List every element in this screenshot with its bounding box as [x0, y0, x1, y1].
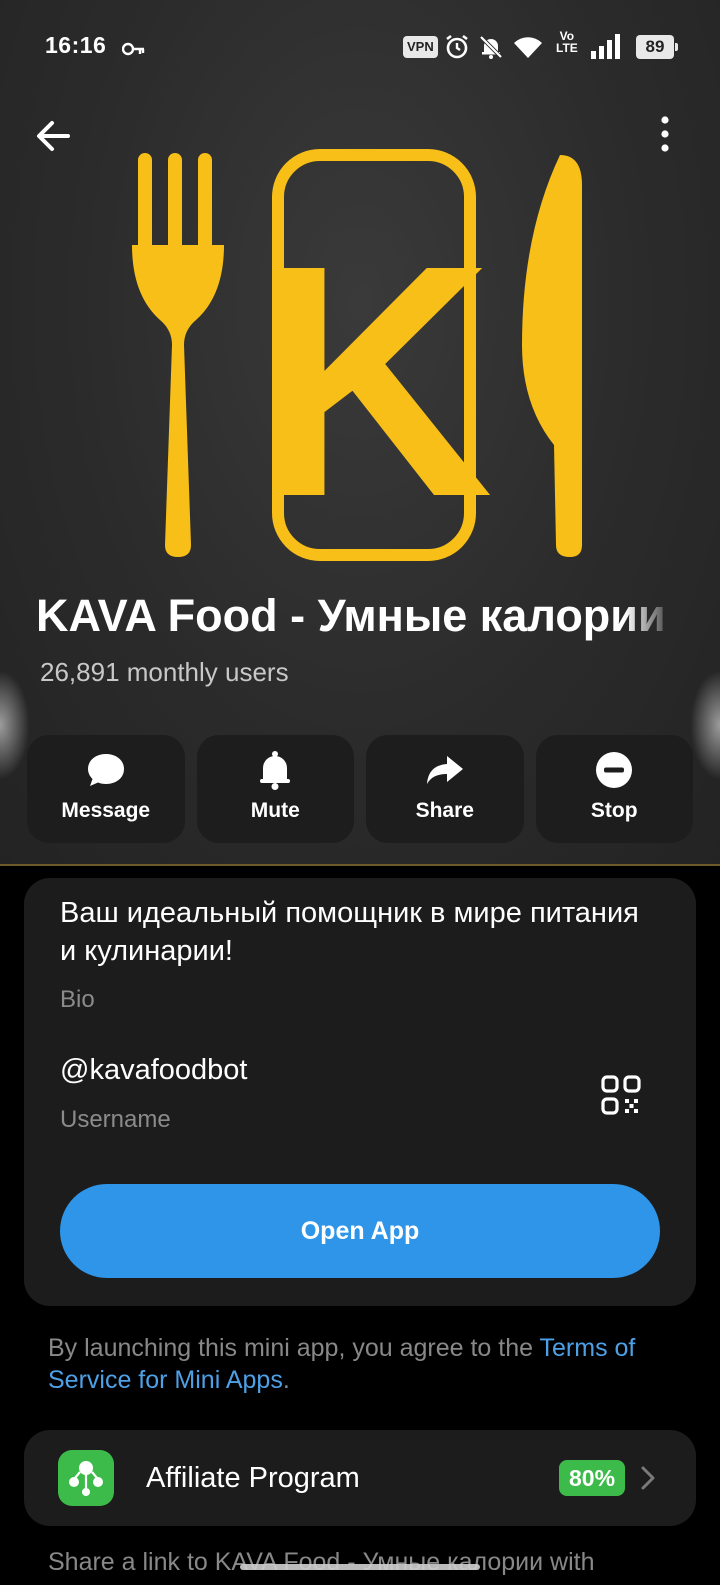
username-value[interactable]: @kavafoodbot [60, 1054, 247, 1087]
stop-icon [593, 749, 635, 791]
volte-indicator: Vo LTE [556, 30, 578, 54]
affiliate-icon [58, 1450, 114, 1506]
stop-button[interactable]: Stop [535, 735, 693, 843]
message-label: Message [61, 799, 151, 822]
commission-badge: 80% [559, 1460, 626, 1496]
wifi-icon [512, 34, 544, 66]
bio-label: Bio [60, 986, 95, 1013]
more-vertical-icon [661, 116, 669, 152]
message-icon [85, 749, 127, 791]
affiliate-program-row[interactable]: Affiliate Program 80% [24, 1430, 696, 1526]
share-label: Share [415, 799, 474, 822]
terms-notice: By launching this mini app, you agree to… [48, 1332, 678, 1396]
profile-header: 16:16 VPN Vo LTE 89 K KAVA Food - Умные … [0, 0, 720, 865]
edge-glow [690, 670, 720, 780]
arrow-left-icon [37, 121, 70, 151]
signal-icon [590, 34, 620, 66]
share-button[interactable]: Share [366, 735, 524, 843]
bot-title: KAVA Food - Умные калории [36, 590, 666, 641]
vpn-badge: VPN [403, 36, 438, 58]
logo-letter: K [255, 196, 493, 565]
bell-icon [254, 749, 296, 791]
mute-button[interactable]: Mute [196, 735, 354, 843]
more-menu-button[interactable] [650, 112, 680, 158]
terms-suffix: . [282, 1366, 290, 1394]
chevron-right-icon [638, 1464, 658, 1497]
affiliate-label: Affiliate Program [146, 1462, 360, 1494]
username-label: Username [60, 1106, 171, 1133]
edge-glow [0, 670, 30, 780]
qr-code-button[interactable] [600, 1074, 642, 1116]
stop-label: Stop [590, 799, 638, 822]
header-divider [0, 864, 720, 866]
bio-text: Ваш идеальный помощник в мире питания и … [60, 897, 639, 967]
vpn-key-icon [121, 36, 146, 63]
open-app-button[interactable]: Open App [60, 1184, 660, 1278]
notifications-off-icon [478, 34, 504, 66]
battery-indicator: 89 [636, 35, 678, 59]
affiliate-description: Share a link to KAVA Food - Умные калори… [48, 1548, 595, 1576]
action-buttons: Message Mute Share Stop [27, 735, 693, 843]
bot-logo: K [120, 145, 600, 575]
info-card: Ваш идеальный помощник в мире питания и … [24, 878, 696, 1306]
qr-code-icon [601, 1075, 641, 1115]
status-time: 16:16 [45, 32, 107, 58]
status-bar: 16:16 VPN Vo LTE 89 [0, 22, 720, 70]
monthly-users: 26,891 monthly users [40, 657, 289, 687]
volte-bottom: LTE [556, 41, 578, 55]
back-button[interactable] [32, 114, 76, 158]
message-button[interactable]: Message [27, 735, 185, 843]
terms-prefix: By launching this mini app, you agree to… [48, 1334, 540, 1362]
alarm-icon [444, 34, 470, 66]
share-icon [424, 749, 466, 791]
home-indicator[interactable] [240, 1564, 480, 1570]
mute-label: Mute [250, 799, 300, 822]
